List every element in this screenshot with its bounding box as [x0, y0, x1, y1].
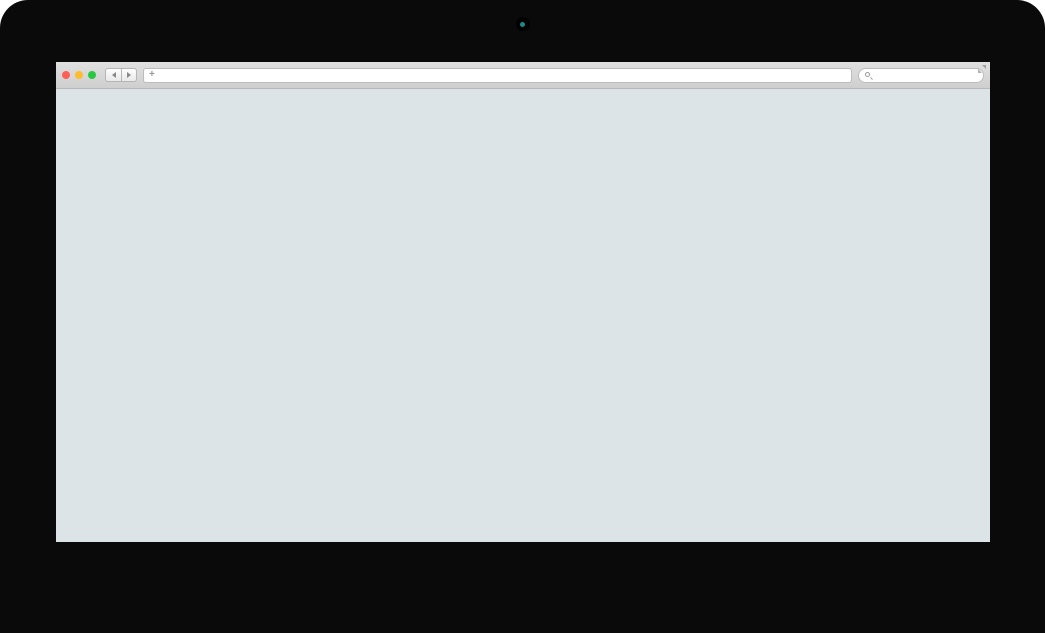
- window-controls: [62, 71, 96, 79]
- maximize-button[interactable]: [88, 71, 96, 79]
- chevron-right-icon: [127, 72, 131, 78]
- forward-button[interactable]: [121, 68, 137, 82]
- minimize-button[interactable]: [75, 71, 83, 79]
- fullscreen-button[interactable]: [978, 65, 986, 73]
- search-bar[interactable]: [858, 68, 984, 83]
- webcam: [516, 17, 530, 31]
- browser-toolbar: +: [56, 62, 990, 89]
- expand-icon-part: [978, 69, 982, 73]
- expand-icon-part: [982, 65, 986, 69]
- address-bar[interactable]: +: [143, 68, 852, 83]
- close-button[interactable]: [62, 71, 70, 79]
- chevron-left-icon: [112, 72, 116, 78]
- nav-buttons: [105, 68, 137, 82]
- add-icon[interactable]: +: [149, 70, 155, 80]
- search-icon: [865, 72, 872, 79]
- page-content: [56, 89, 990, 542]
- back-button[interactable]: [105, 68, 121, 82]
- screen: +: [56, 62, 990, 542]
- webcam-lens: [520, 22, 525, 27]
- address-bar-container: +: [143, 68, 984, 83]
- monitor-bezel: +: [0, 0, 1045, 633]
